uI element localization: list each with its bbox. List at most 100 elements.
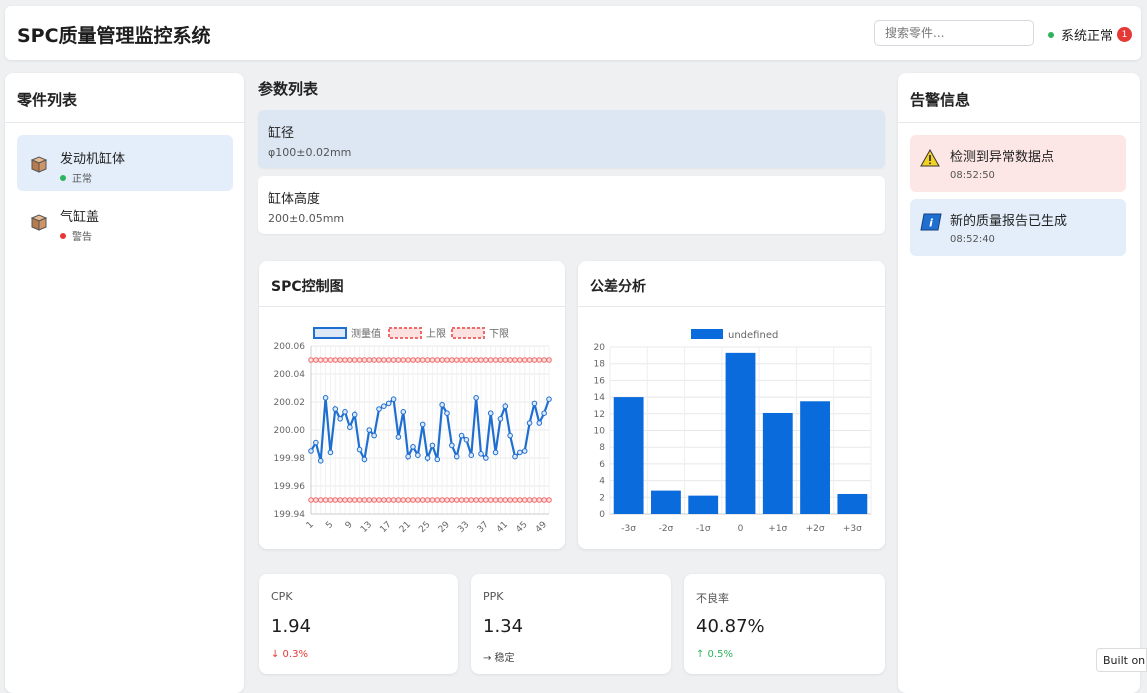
cube-icon (29, 155, 49, 179)
y-tick-label: 10 (594, 427, 606, 437)
x-tick-label: 5 (324, 520, 335, 531)
alert-item-info[interactable]: i 新的质量报告已生成 08:52:40 (910, 199, 1126, 256)
limit-point (376, 357, 382, 363)
limit-point (449, 497, 455, 503)
param-item-height[interactable]: 缸体高度 200±0.05mm (258, 176, 885, 234)
legend-label: undefined (728, 330, 778, 341)
alert-time: 08:52:40 (950, 234, 995, 245)
part-item-engine-block[interactable]: 发动机缸体 正常 (17, 135, 233, 191)
limit-point (332, 497, 339, 503)
limit-point (444, 497, 450, 503)
limit-point (361, 357, 368, 363)
y-tick-label: 14 (594, 393, 606, 403)
legend-swatch (451, 327, 485, 339)
limit-point (434, 497, 441, 503)
x-tick-label: 13 (359, 520, 374, 535)
x-tick-label: -2σ (659, 524, 674, 534)
limit-point (487, 357, 494, 363)
limit-point (546, 357, 552, 363)
limit-point (376, 497, 382, 503)
measurement-point (410, 444, 416, 450)
alert-message: 检测到异常数据点 (950, 150, 1055, 165)
x-tick-label: 49 (534, 520, 549, 535)
limit-point (395, 497, 402, 503)
limit-point (541, 497, 547, 503)
tolerance-bar-chart: 20181614121086420undefined-3σ -2σ -1σ 0 +1σ +… (594, 329, 872, 534)
stat-value: 1.94 (271, 616, 312, 637)
measurement-point (468, 452, 475, 458)
param-item-bore[interactable]: 缸径 φ100±0.02mm (258, 110, 885, 168)
measurement-point (483, 455, 489, 461)
x-tick-label: -1σ (696, 524, 711, 534)
x-tick-label: -3σ (621, 524, 636, 534)
measurement-point (366, 427, 373, 433)
limit-point (400, 497, 407, 503)
stat-value: 40.87% (696, 616, 765, 637)
measurement-point (342, 409, 348, 415)
measurement-point (361, 456, 368, 463)
measurement-point (327, 449, 334, 456)
measurement-point (390, 396, 397, 402)
measurement-point (424, 455, 431, 461)
limit-point (507, 497, 513, 503)
x-tick-label: 1 (305, 520, 316, 531)
alert-item-warning[interactable]: 检测到异常数据点 08:52:50 (910, 135, 1126, 192)
part-status-label: 警告 (72, 232, 92, 243)
limit-point (395, 357, 402, 363)
info-icon: i (920, 213, 942, 235)
limit-point (322, 497, 329, 503)
stat-label: 不良率 (696, 592, 729, 605)
notification-badge[interactable]: 1 (1117, 27, 1133, 42)
limit-point (517, 497, 523, 503)
part-status: 警告 (60, 228, 92, 243)
limit-point (453, 497, 460, 503)
x-tick-label: +2σ (806, 524, 825, 534)
limit-point (521, 497, 528, 503)
x-tick-label: 17 (378, 520, 393, 535)
limit-point (342, 357, 348, 363)
limit-point (313, 497, 319, 503)
measurement-point (487, 410, 494, 416)
limit-point (497, 497, 504, 503)
y-tick-label: 6 (599, 460, 605, 470)
limit-point (478, 497, 484, 503)
param-name: 缸体高度 (268, 192, 321, 207)
limit-point (317, 357, 324, 363)
stat-trend: ↑ 0.5% (696, 649, 733, 660)
y-tick-label: 200.00 (274, 426, 306, 436)
tolerance-legend: undefined (691, 329, 778, 341)
limit-point (531, 357, 538, 363)
limit-point (444, 357, 450, 363)
measurement-point (478, 451, 484, 457)
limit-point (439, 497, 445, 503)
limit-point (463, 497, 470, 503)
measurement-point (541, 410, 547, 416)
stat-card-defect-rate: 不良率 40.87% ↑ 0.5% (684, 574, 885, 674)
param-name: 缸径 (268, 126, 295, 141)
param-spec: 200±0.05mm (268, 212, 345, 225)
measurement-point (313, 439, 319, 446)
x-tick-label: 9 (344, 520, 355, 531)
measurement-point (512, 453, 518, 460)
limit-point (497, 357, 504, 363)
limit-point (371, 357, 377, 363)
stat-card-ppk: PPK 1.34 → 稳定 (471, 574, 671, 674)
limit-point (347, 357, 353, 363)
limit-point (502, 357, 509, 363)
bar (837, 493, 868, 514)
bar (725, 352, 756, 514)
part-item-cylinder-head[interactable]: 气缸盖 警告 (17, 193, 233, 249)
measurement-point (322, 395, 329, 401)
limit-point (410, 357, 416, 363)
search-input[interactable] (874, 20, 1034, 46)
bar (688, 495, 719, 514)
top-bar: SPC质量管理监控系统 系统正常 1 (5, 6, 1141, 60)
x-tick-label: 45 (514, 520, 529, 535)
limit-point (517, 357, 523, 363)
bar (762, 412, 793, 514)
parts-panel-title: 零件列表 (5, 73, 244, 123)
x-tick-label: 25 (417, 520, 432, 535)
limit-point (536, 357, 543, 363)
built-on-badge[interactable]: Built on (1096, 648, 1147, 672)
x-tick-label: 37 (476, 520, 491, 535)
